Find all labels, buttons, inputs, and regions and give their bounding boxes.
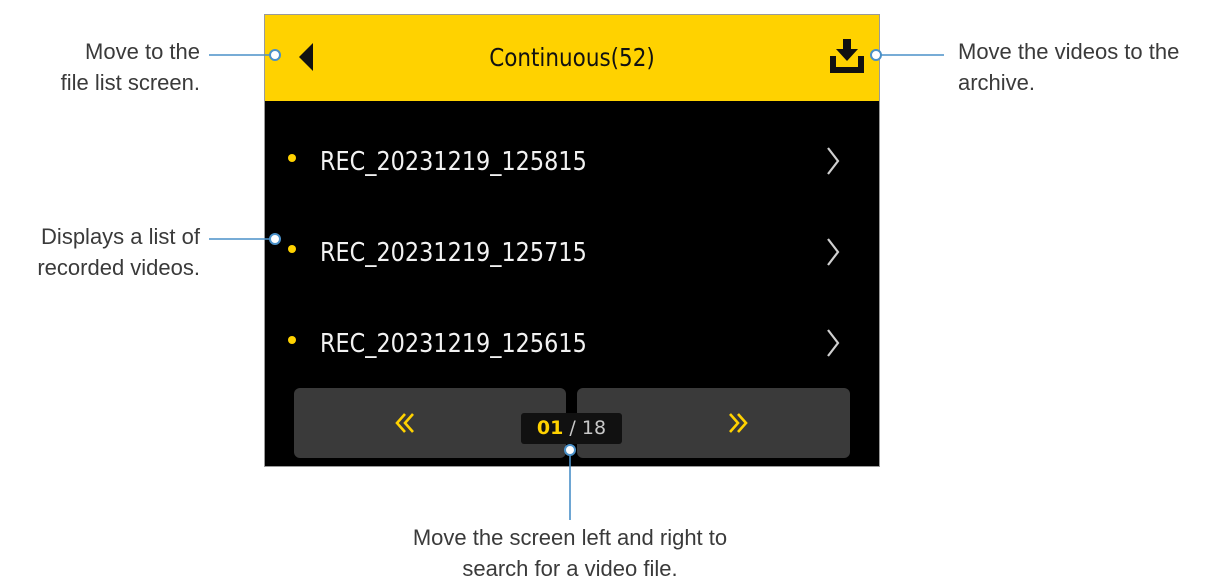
- page-counter: 01 / 18: [521, 413, 622, 444]
- page-title: Continuous(52): [489, 43, 655, 72]
- bullet-dot: [288, 245, 296, 253]
- chevron-right-icon: [827, 238, 840, 266]
- page-separator: /: [569, 417, 576, 439]
- chevron-right-icon: [827, 147, 840, 175]
- double-chevron-left-icon: [395, 413, 414, 433]
- callout-list: Displays a list of recorded videos.: [37, 221, 200, 283]
- callout-back: Move to the file list screen.: [61, 36, 200, 98]
- bullet-dot: [288, 154, 296, 162]
- file-name: REC_20231219_125615: [320, 329, 587, 359]
- double-chevron-right-icon: [729, 413, 748, 433]
- bullet-dot: [288, 336, 296, 344]
- file-list-item[interactable]: REC_20231219_125815: [265, 101, 879, 192]
- total-pages: 18: [581, 417, 607, 439]
- chevron-right-icon: [827, 329, 840, 357]
- file-name: REC_20231219_125815: [320, 147, 587, 177]
- file-list: REC_20231219_125815 REC_20231219_125715 …: [265, 101, 879, 374]
- file-name: REC_20231219_125715: [320, 238, 587, 268]
- current-page: 01: [536, 417, 564, 439]
- callout-list-line-2: recorded videos.: [37, 255, 200, 280]
- pager-bar: 01 / 18: [294, 388, 850, 458]
- back-button[interactable]: [265, 15, 355, 101]
- callout-back-line-2: file list screen.: [60, 70, 200, 95]
- header-bar: Continuous(52): [265, 15, 879, 101]
- callout-download-line-1: Move the videos to the: [958, 39, 1180, 64]
- callout-back-line-1: Move to the: [85, 39, 200, 64]
- download-button[interactable]: [789, 15, 879, 101]
- callout-pager-line-2: search for a video file.: [462, 556, 678, 580]
- file-list-item[interactable]: REC_20231219_125715: [265, 192, 879, 283]
- callout-download: Move the videos to the archive.: [958, 36, 1179, 98]
- callout-pager-line-1: Move the screen left and right to: [412, 525, 728, 550]
- file-list-item[interactable]: REC_20231219_125615: [265, 283, 879, 374]
- device-screen: Continuous(52) REC_20231219_125815 REC_2…: [264, 14, 880, 467]
- download-icon: [830, 39, 864, 73]
- callout-list-line-1: Displays a list of: [41, 224, 200, 249]
- back-arrow-icon: [299, 43, 313, 71]
- callout-pager: Move the screen left and right to search…: [370, 522, 770, 580]
- callout-download-line-2: archive.: [958, 70, 1036, 95]
